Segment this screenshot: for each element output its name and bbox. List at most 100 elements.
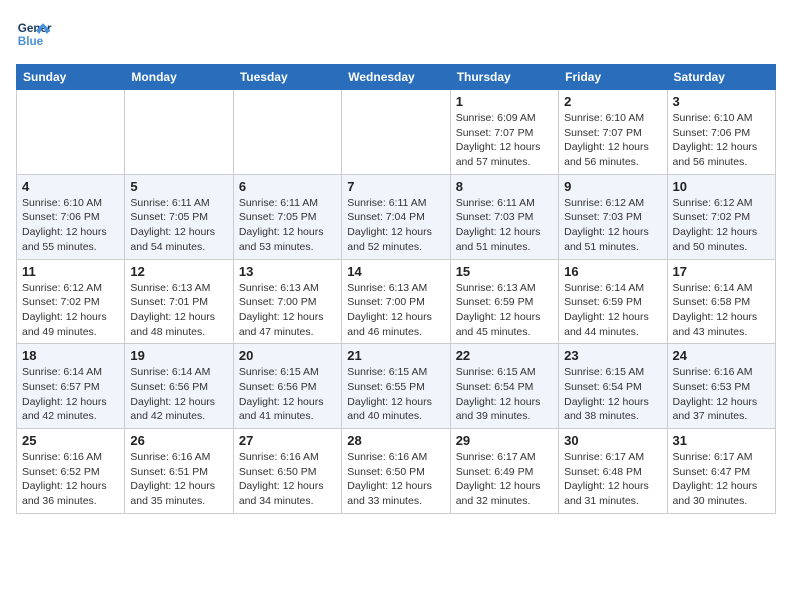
calendar-cell: 7Sunrise: 6:11 AM Sunset: 7:04 PM Daylig…	[342, 174, 450, 259]
day-info: Sunrise: 6:16 AM Sunset: 6:53 PM Dayligh…	[673, 365, 770, 424]
day-info: Sunrise: 6:14 AM Sunset: 6:59 PM Dayligh…	[564, 281, 661, 340]
calendar-week-row: 1 Sunrise: 6:09 AM Sunset: 7:07 PM Daylig…	[17, 90, 776, 175]
calendar-cell: 29 Sunrise: 6:17 AM Sunset: 6:49 PM Dayli…	[450, 429, 558, 514]
calendar-cell: 23Sunrise: 6:15 AM Sunset: 6:54 PM Dayli…	[559, 344, 667, 429]
day-number: 20	[239, 348, 336, 363]
day-number: 15	[456, 264, 553, 279]
day-number: 3	[673, 94, 770, 109]
column-header-tuesday: Tuesday	[233, 65, 341, 90]
calendar-cell: 18 Sunrise: 6:14 AM Sunset: 6:57 PM Dayli…	[17, 344, 125, 429]
day-number: 5	[130, 179, 227, 194]
calendar-week-row: 11 Sunrise: 6:12 AM Sunset: 7:02 PM Dayli…	[17, 259, 776, 344]
day-number: 4	[22, 179, 119, 194]
calendar-cell: 28 Sunrise: 6:16 AM Sunset: 6:50 PM Dayli…	[342, 429, 450, 514]
svg-text:Blue: Blue	[18, 35, 44, 48]
day-info: Sunrise: 6:17 AM Sunset: 6:48 PM Dayligh…	[564, 450, 661, 509]
day-info: Sunrise: 6:16 AM Sunset: 6:50 PM Dayligh…	[347, 450, 444, 509]
day-info: Sunrise: 6:12 AM Sunset: 7:02 PM Dayligh…	[22, 281, 119, 340]
column-header-monday: Monday	[125, 65, 233, 90]
day-info: Sunrise: 6:12 AM Sunset: 7:03 PM Dayligh…	[564, 196, 661, 255]
column-header-friday: Friday	[559, 65, 667, 90]
day-number: 19	[130, 348, 227, 363]
column-header-wednesday: Wednesday	[342, 65, 450, 90]
calendar-cell: 19 Sunrise: 6:14 AM Sunset: 6:56 PM Dayli…	[125, 344, 233, 429]
day-info: Sunrise: 6:15 AM Sunset: 6:55 PM Dayligh…	[347, 365, 444, 424]
calendar-cell: 15 Sunrise: 6:13 AM Sunset: 6:59 PM Dayli…	[450, 259, 558, 344]
calendar-table: SundayMondayTuesdayWednesdayThursdayFrid…	[16, 64, 776, 514]
day-info: Sunrise: 6:14 AM Sunset: 6:56 PM Dayligh…	[130, 365, 227, 424]
calendar-cell	[233, 90, 341, 175]
calendar-cell: 31 Sunrise: 6:17 AM Sunset: 6:47 PM Dayli…	[667, 429, 775, 514]
day-number: 10	[673, 179, 770, 194]
day-number: 2	[564, 94, 661, 109]
day-number: 27	[239, 433, 336, 448]
calendar-cell	[342, 90, 450, 175]
day-info: Sunrise: 6:11 AM Sunset: 7:03 PM Dayligh…	[456, 196, 553, 255]
day-info: Sunrise: 6:17 AM Sunset: 6:49 PM Dayligh…	[456, 450, 553, 509]
calendar-cell: 9Sunrise: 6:12 AM Sunset: 7:03 PM Daylig…	[559, 174, 667, 259]
day-info: Sunrise: 6:16 AM Sunset: 6:50 PM Dayligh…	[239, 450, 336, 509]
day-info: Sunrise: 6:15 AM Sunset: 6:56 PM Dayligh…	[239, 365, 336, 424]
calendar-cell: 6 Sunrise: 6:11 AM Sunset: 7:05 PM Daylig…	[233, 174, 341, 259]
logo-icon: General Blue	[16, 16, 52, 52]
column-header-thursday: Thursday	[450, 65, 558, 90]
calendar-cell: 26Sunrise: 6:16 AM Sunset: 6:51 PM Dayli…	[125, 429, 233, 514]
day-info: Sunrise: 6:13 AM Sunset: 7:01 PM Dayligh…	[130, 281, 227, 340]
day-info: Sunrise: 6:17 AM Sunset: 6:47 PM Dayligh…	[673, 450, 770, 509]
day-number: 21	[347, 348, 444, 363]
calendar-cell: 11 Sunrise: 6:12 AM Sunset: 7:02 PM Dayli…	[17, 259, 125, 344]
day-info: Sunrise: 6:11 AM Sunset: 7:04 PM Dayligh…	[347, 196, 444, 255]
day-number: 14	[347, 264, 444, 279]
calendar-cell: 12 Sunrise: 6:13 AM Sunset: 7:01 PM Dayli…	[125, 259, 233, 344]
calendar-cell: 25Sunrise: 6:16 AM Sunset: 6:52 PM Dayli…	[17, 429, 125, 514]
day-number: 24	[673, 348, 770, 363]
day-number: 13	[239, 264, 336, 279]
day-number: 31	[673, 433, 770, 448]
calendar-header-row: SundayMondayTuesdayWednesdayThursdayFrid…	[17, 65, 776, 90]
day-info: Sunrise: 6:13 AM Sunset: 7:00 PM Dayligh…	[347, 281, 444, 340]
day-info: Sunrise: 6:14 AM Sunset: 6:57 PM Dayligh…	[22, 365, 119, 424]
calendar-cell: 17Sunrise: 6:14 AM Sunset: 6:58 PM Dayli…	[667, 259, 775, 344]
calendar-cell: 27 Sunrise: 6:16 AM Sunset: 6:50 PM Dayli…	[233, 429, 341, 514]
day-number: 23	[564, 348, 661, 363]
day-number: 18	[22, 348, 119, 363]
day-number: 28	[347, 433, 444, 448]
calendar-cell: 10 Sunrise: 6:12 AM Sunset: 7:02 PM Dayli…	[667, 174, 775, 259]
day-number: 29	[456, 433, 553, 448]
calendar-cell: 20 Sunrise: 6:15 AM Sunset: 6:56 PM Dayli…	[233, 344, 341, 429]
calendar-cell: 5Sunrise: 6:11 AM Sunset: 7:05 PM Daylig…	[125, 174, 233, 259]
day-number: 25	[22, 433, 119, 448]
day-number: 30	[564, 433, 661, 448]
day-number: 26	[130, 433, 227, 448]
calendar-cell: 3Sunrise: 6:10 AM Sunset: 7:06 PM Daylig…	[667, 90, 775, 175]
day-number: 17	[673, 264, 770, 279]
calendar-cell	[125, 90, 233, 175]
day-number: 16	[564, 264, 661, 279]
calendar-week-row: 18 Sunrise: 6:14 AM Sunset: 6:57 PM Dayli…	[17, 344, 776, 429]
calendar-cell: 21 Sunrise: 6:15 AM Sunset: 6:55 PM Dayli…	[342, 344, 450, 429]
calendar-cell: 1 Sunrise: 6:09 AM Sunset: 7:07 PM Daylig…	[450, 90, 558, 175]
day-number: 22	[456, 348, 553, 363]
day-info: Sunrise: 6:10 AM Sunset: 7:06 PM Dayligh…	[22, 196, 119, 255]
page-header: General Blue	[16, 16, 776, 52]
calendar-cell: 8 Sunrise: 6:11 AM Sunset: 7:03 PM Daylig…	[450, 174, 558, 259]
day-info: Sunrise: 6:13 AM Sunset: 7:00 PM Dayligh…	[239, 281, 336, 340]
calendar-week-row: 25Sunrise: 6:16 AM Sunset: 6:52 PM Dayli…	[17, 429, 776, 514]
day-number: 12	[130, 264, 227, 279]
calendar-cell: 22Sunrise: 6:15 AM Sunset: 6:54 PM Dayli…	[450, 344, 558, 429]
calendar-cell: 14 Sunrise: 6:13 AM Sunset: 7:00 PM Dayli…	[342, 259, 450, 344]
calendar-cell: 4 Sunrise: 6:10 AM Sunset: 7:06 PM Daylig…	[17, 174, 125, 259]
day-number: 8	[456, 179, 553, 194]
column-header-sunday: Sunday	[17, 65, 125, 90]
calendar-cell: 30 Sunrise: 6:17 AM Sunset: 6:48 PM Dayli…	[559, 429, 667, 514]
day-info: Sunrise: 6:13 AM Sunset: 6:59 PM Dayligh…	[456, 281, 553, 340]
calendar-week-row: 4 Sunrise: 6:10 AM Sunset: 7:06 PM Daylig…	[17, 174, 776, 259]
day-number: 11	[22, 264, 119, 279]
calendar-cell: 16 Sunrise: 6:14 AM Sunset: 6:59 PM Dayli…	[559, 259, 667, 344]
day-number: 1	[456, 94, 553, 109]
day-number: 6	[239, 179, 336, 194]
day-info: Sunrise: 6:11 AM Sunset: 7:05 PM Dayligh…	[239, 196, 336, 255]
day-info: Sunrise: 6:12 AM Sunset: 7:02 PM Dayligh…	[673, 196, 770, 255]
day-info: Sunrise: 6:09 AM Sunset: 7:07 PM Dayligh…	[456, 111, 553, 170]
column-header-saturday: Saturday	[667, 65, 775, 90]
